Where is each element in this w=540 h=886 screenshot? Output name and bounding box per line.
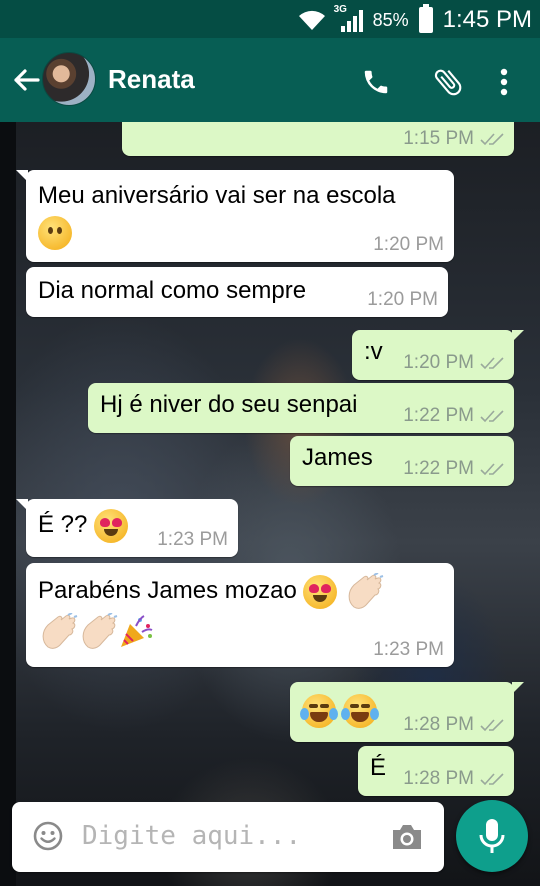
network-type-label: 3G <box>333 4 347 15</box>
contact-avatar[interactable] <box>42 52 96 106</box>
message-text: Parabéns James mozao <box>38 577 297 604</box>
microphone-icon <box>479 819 505 853</box>
clapping-hands-emoji-icon <box>42 612 78 649</box>
status-clock: 1:45 PM <box>442 6 532 33</box>
party-popper-emoji-icon <box>121 614 153 647</box>
tears-of-joy-emoji-icon <box>300 693 338 728</box>
message-text: Hj é niver do seu senpai <box>100 391 358 418</box>
message-time: 1:22 PM <box>403 405 474 426</box>
neutral-face-emoji-icon <box>38 215 72 250</box>
message-bubble-outgoing[interactable]: Hj é niver do seu senpai 1:22 PM <box>88 383 514 433</box>
emoji-picker-icon[interactable] <box>32 820 64 852</box>
double-check-icon <box>480 773 504 786</box>
message-meta: 1:15 PM <box>403 128 504 150</box>
heart-eyes-emoji-icon <box>303 574 338 609</box>
message-bubble-outgoing[interactable]: 1:28 PM <box>290 682 524 742</box>
message-meta: 1:23 PM <box>157 529 228 551</box>
paperclip-icon <box>434 69 462 96</box>
battery-percent: 85% <box>372 9 409 30</box>
message-time: 1:23 PM <box>157 529 228 550</box>
message-composer <box>12 802 444 872</box>
message-text: :v <box>364 338 383 365</box>
message-meta: 1:28 PM <box>403 714 504 736</box>
message-bubble-incoming[interactable]: Parabéns James mozao 1:23 PM <box>26 563 454 667</box>
voice-call-button[interactable] <box>356 62 396 102</box>
message-text: Meu aniversário vai ser na escola <box>38 182 396 209</box>
message-meta: 1:20 PM <box>373 234 444 256</box>
message-meta: 1:20 PM <box>367 289 438 311</box>
message-bubble-outgoing[interactable]: 1:15 PM <box>122 122 514 156</box>
message-bubble-outgoing[interactable]: É 1:28 PM <box>358 746 514 796</box>
wifi-icon <box>298 10 325 30</box>
message-text: É <box>370 754 387 781</box>
message-text: James <box>302 444 373 471</box>
voice-record-button[interactable] <box>456 800 528 872</box>
message-meta: 1:23 PM <box>373 639 444 661</box>
message-time: 1:28 PM <box>403 714 474 735</box>
message-bubble-incoming[interactable]: É ?? 1:23 PM <box>16 499 238 557</box>
message-input[interactable] <box>82 816 372 856</box>
message-bubble-outgoing[interactable]: :v 1:20 PM <box>352 330 524 380</box>
heart-eyes-emoji-icon <box>94 508 129 543</box>
clapping-hands-emoji-icon <box>348 572 384 609</box>
message-time: 1:22 PM <box>403 458 474 479</box>
clapping-hands-emoji-icon <box>82 612 118 649</box>
message-meta: 1:22 PM <box>403 405 504 427</box>
message-time: 1:20 PM <box>373 234 444 255</box>
message-bubble-incoming[interactable]: Meu aniversário vai ser na escola 1:20 P… <box>16 170 454 262</box>
message-time: 1:28 PM <box>403 768 474 789</box>
message-time: 1:20 PM <box>367 289 438 310</box>
message-text: É ?? <box>38 511 88 538</box>
message-bubble-incoming[interactable]: Dia normal como sempre 1:20 PM <box>26 267 448 317</box>
double-check-icon <box>480 357 504 370</box>
message-meta: 1:20 PM <box>403 352 504 374</box>
more-vertical-icon <box>500 68 508 96</box>
contact-name[interactable]: Renata <box>108 64 195 95</box>
back-arrow-icon <box>14 69 40 91</box>
tears-of-joy-emoji-icon <box>340 693 379 728</box>
double-check-icon <box>480 463 504 476</box>
attach-button[interactable] <box>428 62 468 102</box>
message-time: 1:15 PM <box>403 128 474 149</box>
back-button[interactable] <box>8 60 44 100</box>
camera-icon[interactable] <box>390 822 424 852</box>
more-options-button[interactable] <box>484 62 524 102</box>
chat-area[interactable]: 1:15 PM Meu aniversário vai ser na escol… <box>0 122 540 886</box>
message-meta: 1:22 PM <box>403 458 504 480</box>
chat-header: Renata <box>0 38 540 122</box>
double-check-icon <box>480 719 504 732</box>
message-meta: 1:28 PM <box>403 768 504 790</box>
message-bubble-outgoing[interactable]: James 1:22 PM <box>290 436 514 486</box>
phone-icon <box>364 70 388 94</box>
status-bar: 3G 85% 1:45 PM <box>0 0 540 38</box>
cell-signal-icon: 3G <box>334 4 363 32</box>
message-time: 1:20 PM <box>403 352 474 373</box>
double-check-icon <box>480 410 504 423</box>
battery-icon <box>418 4 433 33</box>
message-time: 1:23 PM <box>373 639 444 660</box>
double-check-icon <box>480 133 504 146</box>
message-text: Dia normal como sempre <box>38 277 307 304</box>
